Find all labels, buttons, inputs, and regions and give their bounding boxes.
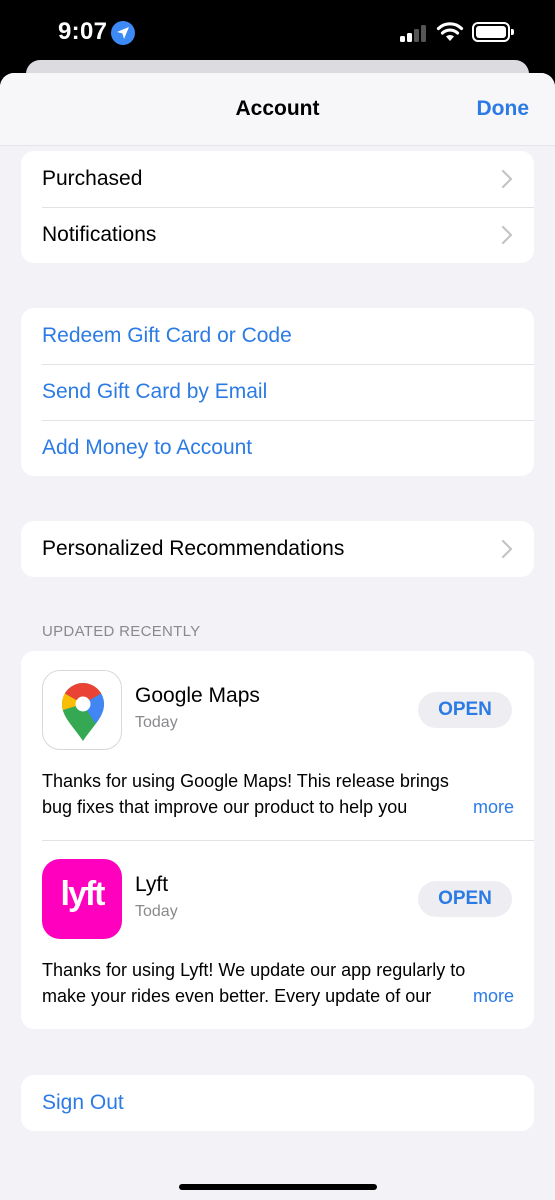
app-update-date: Today — [135, 903, 178, 920]
google-maps-icon[interactable] — [42, 670, 122, 750]
purchased-row[interactable]: Purchased — [21, 151, 534, 207]
chevron-right-icon — [501, 225, 513, 245]
sign-out-row[interactable]: Sign Out — [21, 1075, 534, 1131]
recommendations-group: Personalized Recommendations — [21, 521, 534, 577]
notifications-label: Notifications — [42, 223, 157, 246]
battery-icon — [472, 22, 514, 42]
open-button[interactable]: OPEN — [418, 881, 512, 917]
release-notes-line: make your rides even better. Every updat… — [42, 986, 432, 1006]
release-notes-line: bug fixes that improve our product to he… — [42, 797, 408, 817]
add-money-row[interactable]: Add Money to Account — [21, 420, 534, 476]
nav-bar: Account Done — [0, 73, 555, 146]
account-links-group: Purchased Notifications — [21, 151, 534, 263]
lyft-logo-text: lyft — [60, 875, 106, 913]
app-name: Google Maps — [135, 684, 260, 707]
redeem-gift-card-link: Redeem Gift Card or Code — [42, 324, 292, 347]
status-time: 9:07 — [58, 18, 108, 45]
chevron-right-icon — [501, 539, 513, 559]
updated-recently-header: UPDATED RECENTLY — [42, 623, 201, 640]
done-button[interactable]: Done — [477, 97, 530, 121]
home-indicator — [179, 1184, 377, 1190]
purchased-label: Purchased — [42, 167, 143, 190]
more-link[interactable]: more — [458, 794, 514, 820]
redeem-gift-card-row[interactable]: Redeem Gift Card or Code — [21, 308, 534, 364]
release-notes-line: Thanks for using Lyft! We update our app… — [42, 960, 466, 980]
updated-apps-group: Google Maps Today OPEN Thanks for using … — [21, 651, 534, 1029]
lyft-icon[interactable]: lyft — [42, 859, 122, 939]
more-link[interactable]: more — [458, 983, 514, 1009]
chevron-right-icon — [501, 169, 513, 189]
gift-card-group: Redeem Gift Card or Code Send Gift Card … — [21, 308, 534, 476]
app-update-date: Today — [135, 714, 178, 731]
add-money-link: Add Money to Account — [42, 436, 253, 459]
sign-out-button[interactable]: Sign Out — [42, 1091, 124, 1115]
page-title: Account — [235, 97, 320, 120]
notifications-row[interactable]: Notifications — [21, 207, 534, 263]
account-sheet: Account Done Purchased Notifications Red… — [0, 73, 555, 1200]
status-bar: 9:07 — [0, 0, 555, 66]
release-notes-line: Thanks for using Google Maps! This relea… — [42, 771, 449, 791]
wifi-icon — [436, 21, 464, 48]
release-notes: Thanks for using Lyft! We update our app… — [42, 957, 514, 1009]
sign-out-group: Sign Out — [21, 1075, 534, 1131]
cellular-signal-icon — [400, 24, 430, 42]
release-notes: Thanks for using Google Maps! This relea… — [42, 768, 514, 820]
personalized-recommendations-label: Personalized Recommendations — [42, 537, 345, 560]
app-update-item[interactable]: Google Maps Today OPEN Thanks for using … — [21, 651, 534, 840]
open-button[interactable]: OPEN — [418, 692, 512, 728]
app-name: Lyft — [135, 873, 169, 896]
send-gift-card-link: Send Gift Card by Email — [42, 380, 268, 403]
personalized-recommendations-row[interactable]: Personalized Recommendations — [21, 521, 534, 577]
send-gift-card-row[interactable]: Send Gift Card by Email — [21, 364, 534, 420]
location-arrow-icon — [111, 21, 135, 45]
app-update-item[interactable]: lyft Lyft Today OPEN Thanks for using Ly… — [21, 840, 534, 1029]
